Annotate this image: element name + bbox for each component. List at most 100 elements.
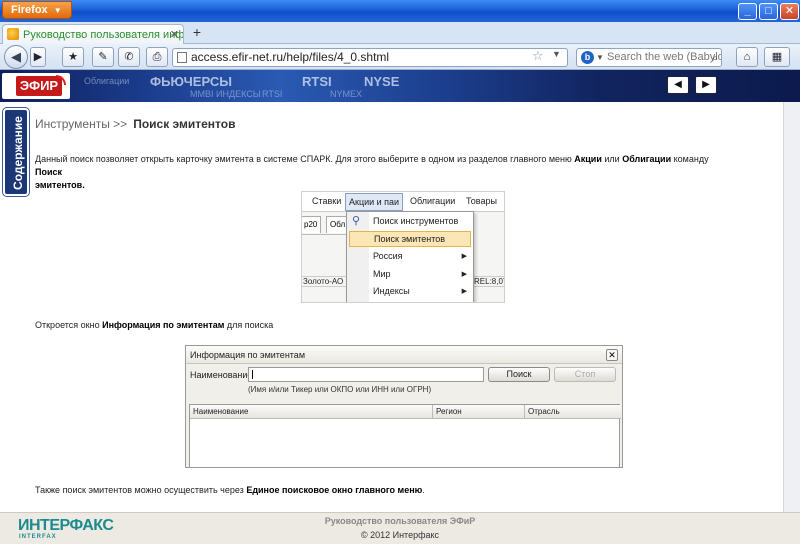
navigation-toolbar: ◀ ▶ ★ ✎ ✆ ⎙ access.efir-net.ru/help/file… [0,44,800,70]
vertical-scrollbar[interactable] [783,102,800,512]
search-icon[interactable]: ⌕ [712,50,718,66]
bold-text: эмитентов. [35,180,85,190]
star-icon: ★ [68,51,78,63]
firefox-menu-button[interactable]: Firefox ▼ [2,1,72,19]
menu-item-shares: Акции и паи [345,193,404,211]
prev-page-button[interactable]: ◀ [667,76,689,94]
table-row: Золото-АО [302,276,350,287]
ticker-text: Облигации [84,76,130,86]
menu-item-label: Поиск инструментов [373,216,459,226]
menu-item-find-issuers: Поиск эмитентов [349,231,471,247]
dropdown-menu: ⚲ Поиск инструментов Поиск эмитентов Росс… [346,211,474,302]
tab-title: Руководство пользователя информ... [23,29,184,41]
maximize-button[interactable]: □ [759,3,778,20]
url-dropdown-icon[interactable]: ▼ [552,49,561,59]
name-input [248,367,484,382]
menu-item-label: Поиск эмитентов [374,234,446,244]
print-button[interactable]: ⎙ [146,47,168,67]
minimize-button[interactable]: _ [738,3,757,20]
dialog-title: Информация по эмитентам [186,346,622,364]
skype-button[interactable]: ✆ [118,47,140,67]
favicon-icon [7,28,19,40]
column-header-region: Регион [436,407,462,416]
menu-item-commodities: Товары [466,196,497,206]
contents-label: Содержание [11,116,25,190]
contents-side-tab[interactable]: Содержание [3,108,29,196]
chat-icon: ✆ [124,51,134,63]
closing-paragraph: Также поиск эмитентов можно осуществить … [35,484,425,497]
bookmark-button[interactable]: ★ [62,47,84,67]
bookmark-star-icon[interactable]: ☆ [532,48,544,64]
text: . [422,485,425,495]
breadcrumb-parent[interactable]: Инструменты >> [35,117,127,131]
grid-icon: ▦ [771,51,783,63]
forward-arrow-icon: ▶ [33,51,43,63]
tab-strip: Руководство пользователя информ... ✕ + [0,22,800,45]
bold-text: Акции [574,154,602,164]
menu-item-rates: Ставки [312,196,342,206]
close-icon: ✕ [606,349,618,361]
menu-item-world: Мир ▶ [349,267,471,283]
page-icon [177,52,187,63]
search-placeholder: Search the web (Babylon) [607,51,722,63]
extensions-button[interactable]: ▦ [764,47,790,67]
menu-item-find-instruments: ⚲ Поиск инструментов [349,214,471,230]
search-hint: (Имя и/или Тикер или ОКПО или ИНН или ОГ… [248,385,432,394]
column-header-name: Наименование [193,407,249,416]
table-header: Наименование Регион Отрасль [190,405,621,419]
table-row: REL:8,07 [474,276,505,287]
text: Откроется окно [35,320,103,330]
close-window-button[interactable]: ✕ [780,3,799,20]
text: для поиска [224,320,274,330]
stop-button: Стоп [554,367,616,382]
footer-title: Руководство пользователя ЭФиР [324,516,476,526]
bold-text: Информация по эмитентам [102,320,225,330]
results-table: Наименование Регион Отрасль [189,404,621,467]
address-bar[interactable]: access.efir-net.ru/help/files/4_0.shtml [172,48,568,67]
search-engine-dropdown-icon[interactable]: ▼ [596,49,604,66]
menu-item-label: Индексы [373,286,410,296]
intro-paragraph: Данный поиск позволяет открыть карточку … [35,153,735,192]
text: команду [671,154,709,164]
url-text: access.efir-net.ru/help/files/4_0.shtml [191,50,390,64]
addon-button[interactable]: ✎ [92,47,114,67]
footer-copyright: © 2012 Интерфакс [360,530,440,540]
menu-item-indices: Индексы ▶ [349,284,471,300]
dialog-screenshot: Информация по эмитентам ✕ Наименование П… [185,345,623,468]
home-icon: ⌂ [743,51,751,63]
ticker-text: RTSI [302,74,332,89]
column-separator [524,405,525,419]
puzzle-icon: ✎ [98,51,108,63]
close-tab-icon[interactable]: ✕ [170,28,179,41]
submenu-arrow-icon: ▶ [461,271,467,278]
ticker-text: ФЬЮЧЕРСЫ [150,74,232,89]
bold-text: Облигации [622,154,672,164]
babylon-icon: b [581,51,594,64]
ticker-text: MMBI [190,89,214,99]
home-button[interactable]: ⌂ [736,47,758,67]
text: Также поиск эмитентов можно осуществить … [35,485,247,495]
app-tab: р20 [302,216,322,233]
menu-item-label: Мир [373,269,391,279]
menu-item-bonds: Облигации [410,196,456,206]
app-tabs: р20 Обл [302,213,350,235]
efir-logo[interactable]: ЭФИР [2,73,70,99]
printer-icon: ⎙ [152,51,162,63]
bold-text[interactable]: Единое поисковое окно главного меню [246,485,422,495]
search-input[interactable]: b ▼ Search the web (Babylon) ⌕ [576,48,722,67]
ticker-text: ИНДЕКСЫ [216,89,261,99]
dialog-paragraph: Откроется окно Информация по эмитентам д… [35,319,273,332]
submenu-arrow-icon: ▶ [461,253,467,260]
forward-button[interactable]: ▶ [30,47,46,67]
search-button: Поиск [488,367,550,382]
ticker-text: RTSI [262,89,283,99]
text: или [601,154,623,164]
chevron-down-icon: ▼ [53,6,62,15]
name-label: Наименование [190,370,253,380]
back-button[interactable]: ◀ [4,45,28,69]
text: Данный поиск позволяет открыть карточку … [35,154,575,164]
browser-tab[interactable]: Руководство пользователя информ... ✕ [2,24,184,45]
signal-wave-icon [56,75,66,85]
new-tab-button[interactable]: + [188,25,206,41]
next-page-button[interactable]: ▶ [695,76,717,94]
